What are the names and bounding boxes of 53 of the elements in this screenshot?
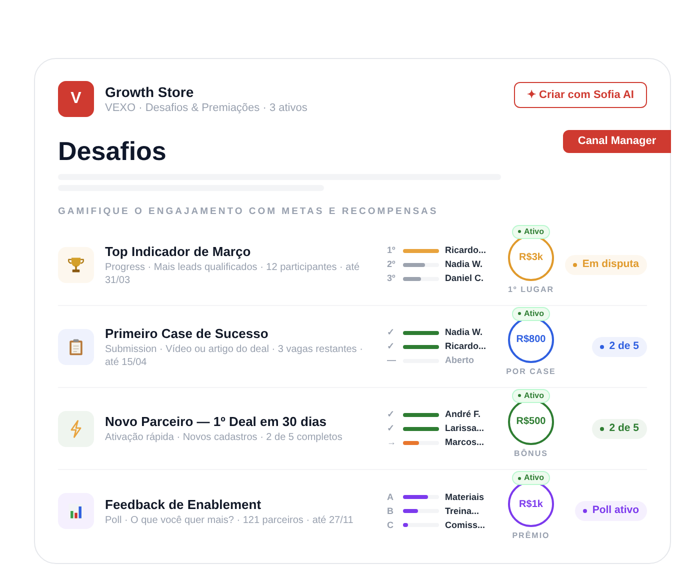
entry-name: Nadia W. [445, 259, 483, 270]
section-label: GAMIFIQUE O ENGAJAMENTO COM METAS E RECOMPENSAS [58, 206, 440, 218]
entry-marker: ✓ [387, 327, 396, 338]
entry-name: Nadia W. [445, 327, 483, 338]
challenge-title: Feedback de Enablement [105, 496, 262, 514]
store-subtitle: VEXO · Desafios & Premiações · 3 ativos [105, 100, 308, 116]
entry-marker: ✓ [387, 341, 396, 352]
entry-marker: — [387, 355, 397, 366]
status-pill: Em disputa [565, 254, 647, 274]
challenge-meta: Progress · Mais leads qualificados · 12 participantes · até 31/03 [105, 260, 361, 286]
entry-marker: ✓ [387, 423, 396, 434]
prize-caption: POR CASE [506, 366, 556, 376]
entry-marker: A [387, 492, 394, 502]
entry-marker: ✓ [387, 409, 396, 420]
entry-name: Materiais [445, 492, 484, 502]
status-pill: 2 de 5 [592, 336, 647, 356]
status-pill: Poll ativo [575, 501, 647, 521]
challenge-meta: Poll · O que você quer mais? · 121 parceiros · até 27/11 [105, 514, 354, 526]
entry-name: Ricardo... [445, 341, 486, 352]
active-badge: Ativo [512, 388, 550, 402]
challenge-title: Novo Parceiro — 1º Deal em 30 dias [105, 413, 328, 431]
challenge-meta: Submission · Vídeo ou artigo do deal · 3 vagas restantes · até 15/04 [105, 342, 364, 368]
entry-marker: 2º [387, 259, 396, 270]
entry-name: Ricardo... [445, 245, 486, 256]
entry-name: Larissa... [445, 423, 484, 434]
store-logo: V [58, 81, 94, 117]
active-badge: Ativo [512, 306, 550, 320]
entry-name: Treina... [445, 506, 480, 516]
active-badge: Ativo [512, 471, 550, 485]
entry-name: Daniel C. [445, 273, 484, 284]
prize-caption: 1º LUGAR [508, 284, 554, 294]
challenge-title: Primeiro Case de Sucesso [105, 324, 270, 342]
challenge-title: Top Indicador de Março [105, 242, 252, 260]
active-badge: Ativo [512, 224, 550, 238]
prize-caption: PRÊMIO [512, 531, 550, 541]
entry-name: André F. [445, 409, 481, 420]
entry-name: Marcos... [445, 437, 484, 448]
entry-marker: 1º [387, 245, 396, 256]
challenge-meta: Ativação rápida · Novos cadastros · 2 de 5 completos [105, 431, 344, 444]
status-pill: 2 de 5 [592, 418, 647, 438]
bar-chart-icon [66, 501, 86, 521]
trophy-icon [66, 254, 86, 274]
channel-manager-tab[interactable]: Canal Manager [563, 130, 671, 153]
entry-marker: B [387, 506, 394, 516]
entry-marker: C [387, 520, 394, 530]
entry-name: Comiss... [445, 520, 486, 530]
entry-marker: → [387, 437, 397, 448]
create-ai-button[interactable]: ✦ Criar com Sofia AI [514, 82, 647, 108]
store-name: Growth Store [105, 82, 195, 100]
page-title: Desafios [58, 135, 166, 167]
entry-name: Aberto [445, 355, 474, 366]
entry-marker: 3º [387, 273, 396, 284]
prize-caption: BÔNUS [514, 448, 548, 458]
